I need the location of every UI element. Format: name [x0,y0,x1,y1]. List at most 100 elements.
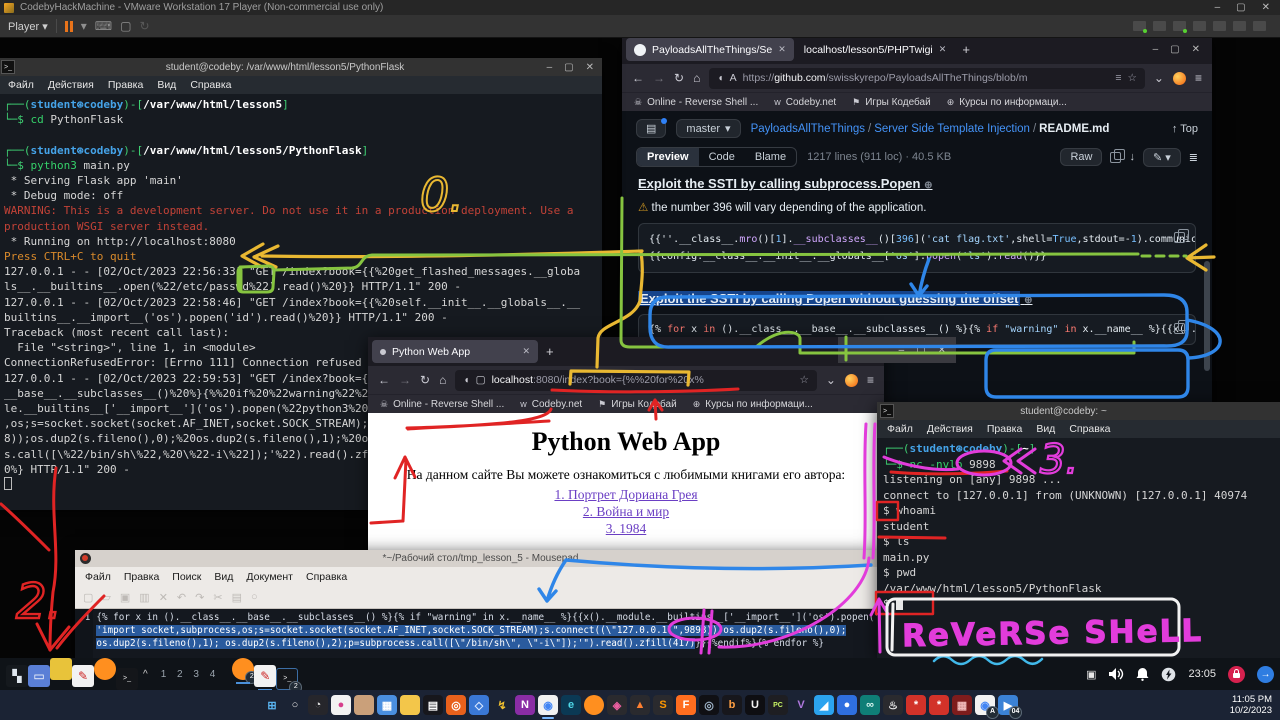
kali-menu-icon[interactable]: ▚ [6,665,28,687]
noodles-icon[interactable]: ♨ [883,695,903,715]
menu-item[interactable]: Поиск [172,571,201,583]
sound-device-icon[interactable] [1213,21,1226,31]
file-explorer-icon[interactable] [400,695,420,715]
edge-icon[interactable]: e [561,695,581,715]
tab-payloadsallthethings[interactable]: PayloadsAllTheThings/Se ✕ [626,38,794,61]
pause-button[interactable] [65,21,73,32]
red-folder-icon[interactable]: ▦ [952,695,972,715]
menu-item[interactable]: ▥ [139,591,149,604]
bookmark-courses[interactable]: ⊕Курсы по информаци... [693,399,813,410]
menu-item[interactable]: ▤ [232,591,242,604]
red-gear2-icon[interactable]: * [929,695,949,715]
menu-item[interactable]: Файл [85,571,111,583]
new-tab-button[interactable]: + [956,42,976,57]
bookmark-games[interactable]: ⚑Игры Кодебай [598,399,677,410]
dial-icon[interactable]: ◎ [446,695,466,715]
usb-device-icon[interactable] [1233,21,1246,31]
reader-icon[interactable]: ≡ [1115,72,1121,84]
outline-icon[interactable]: ≣ [1189,151,1198,164]
carrot-icon[interactable]: ▲ [630,695,650,715]
volume-icon[interactable] [1108,667,1124,681]
power-icon[interactable] [1161,667,1176,682]
menu-item[interactable]: ✂ [213,591,222,604]
speedometer-icon[interactable]: ◔ [308,695,328,715]
blender-icon[interactable]: b [722,695,742,715]
url-bar[interactable]: ◖ A https://github.com/swisskyrepo/Paylo… [709,68,1145,89]
tab-preview[interactable]: Preview [637,148,699,166]
terminal2-titlebar[interactable]: >_ student@codeby: ~ [877,402,1280,420]
file-manager-icon[interactable]: ▭ [28,665,50,687]
new-tab-button[interactable]: + [540,344,560,359]
reload-icon[interactable]: ↻ [674,71,684,85]
logout-icon[interactable]: → [1257,666,1274,683]
ctrl-alt-del-icon[interactable]: ⌨ [95,19,112,33]
camera-icon[interactable]: ◎ [699,695,719,715]
cd-device-icon[interactable] [1153,21,1166,31]
raw-button[interactable]: Raw [1060,148,1102,166]
menu-item[interactable]: Документ [246,571,293,583]
star-icon[interactable]: ☆ [800,374,809,386]
host-minimize-button[interactable]: – [1215,2,1221,13]
menu-item[interactable]: Вид [214,571,233,583]
terminal-icon[interactable]: >_ [116,668,138,690]
menu-item[interactable]: Правка [124,571,159,583]
lock-screen-icon[interactable] [1228,666,1245,683]
menu-item[interactable]: ✕ [159,591,168,604]
terminal-running[interactable]: >_2 [276,668,298,690]
bookmark-games[interactable]: ⚑Игры Кодебай [852,97,931,108]
firefox-icon[interactable] [584,695,604,715]
snapshot-icon[interactable]: ↻ [139,19,149,33]
mousepad-titlebar[interactable]: *~/Рабочий стол/tmp_lesson_5 - Mousepad [75,550,886,567]
virtualbox-icon[interactable]: ◇ [469,695,489,715]
window-maximize[interactable]: ▢ [916,345,925,356]
photos-icon[interactable]: ◈ [607,695,627,715]
copy-icon[interactable] [1110,152,1121,163]
window-minimize[interactable]: – [547,62,553,73]
menu-item[interactable]: ▱ [102,591,110,604]
printer-device-icon[interactable] [1193,21,1206,31]
reload-icon[interactable]: ↻ [420,373,430,387]
camtasia-icon[interactable]: ∞ [860,695,880,715]
tab-blame[interactable]: Blame [745,148,796,166]
firefox-icon[interactable] [94,658,116,680]
shield-icon[interactable]: ◖ [717,72,723,84]
terminal2-output[interactable]: ┌──(student⊛codeby)-[~]└─$ nc -nvlp 9898… [877,438,1280,658]
branch-button[interactable]: master ▾ [676,119,740,138]
pocket-icon[interactable]: ⌄ [1154,71,1164,85]
pycharm-icon[interactable]: PC [768,695,788,715]
firefox-account-icon[interactable] [845,374,858,387]
workspace-pager[interactable]: 1 2 3 4 [161,669,220,680]
show-windows-icon[interactable]: ▣ [1086,668,1096,681]
home-icon[interactable]: ⌂ [693,71,700,85]
system-tray[interactable]: 11:05 PM 10/2/2023 [1230,690,1272,720]
window-maximize[interactable]: ▢ [1170,44,1179,55]
disk-device-icon[interactable] [1133,21,1146,31]
mousepad-icon[interactable]: ✎ [72,665,94,687]
breadcrumb-repo[interactable]: PayloadsAllTheThings [751,123,865,135]
vm-clock[interactable]: 23:05 [1188,668,1216,680]
breadcrumb-folder[interactable]: Server Side Template Injection [874,123,1030,135]
tab-close-icon[interactable]: ✕ [939,44,947,55]
search-icon[interactable]: ○ [285,695,305,715]
visual-studio-icon[interactable]: V [791,695,811,715]
menu-item[interactable]: Действия [48,79,94,91]
bell-icon[interactable] [1136,667,1149,681]
window-close[interactable]: ✕ [1192,44,1200,55]
f-box-icon[interactable]: F [676,695,696,715]
sublime-icon[interactable]: S [653,695,673,715]
top-link[interactable]: ↑ Top [1172,123,1198,135]
pointer-icon[interactable]: ▶04 [998,695,1018,715]
menu-item[interactable]: Вид [1036,423,1055,435]
calendar-icon[interactable]: ▦ [377,695,397,715]
menu-item[interactable]: Файл [887,423,913,435]
book-link-1984[interactable]: 3. 1984 [368,521,884,537]
onenote-icon[interactable]: N [515,695,535,715]
window-maximize[interactable]: ▢ [564,62,573,73]
back-icon[interactable]: ← [378,373,390,387]
player-menu[interactable]: Player ▾ [8,20,48,33]
url-bar[interactable]: ◖ ▢ localhost:8080/index?book={%%20for%2… [455,370,817,391]
menu-item[interactable]: ↷ [195,591,204,604]
tab-localhost-phptwig[interactable]: localhost/lesson5/PHPTwigi ✕ [796,38,955,61]
menu-item[interactable]: ▣ [120,591,130,604]
start-button[interactable]: ⊞ [262,695,282,715]
